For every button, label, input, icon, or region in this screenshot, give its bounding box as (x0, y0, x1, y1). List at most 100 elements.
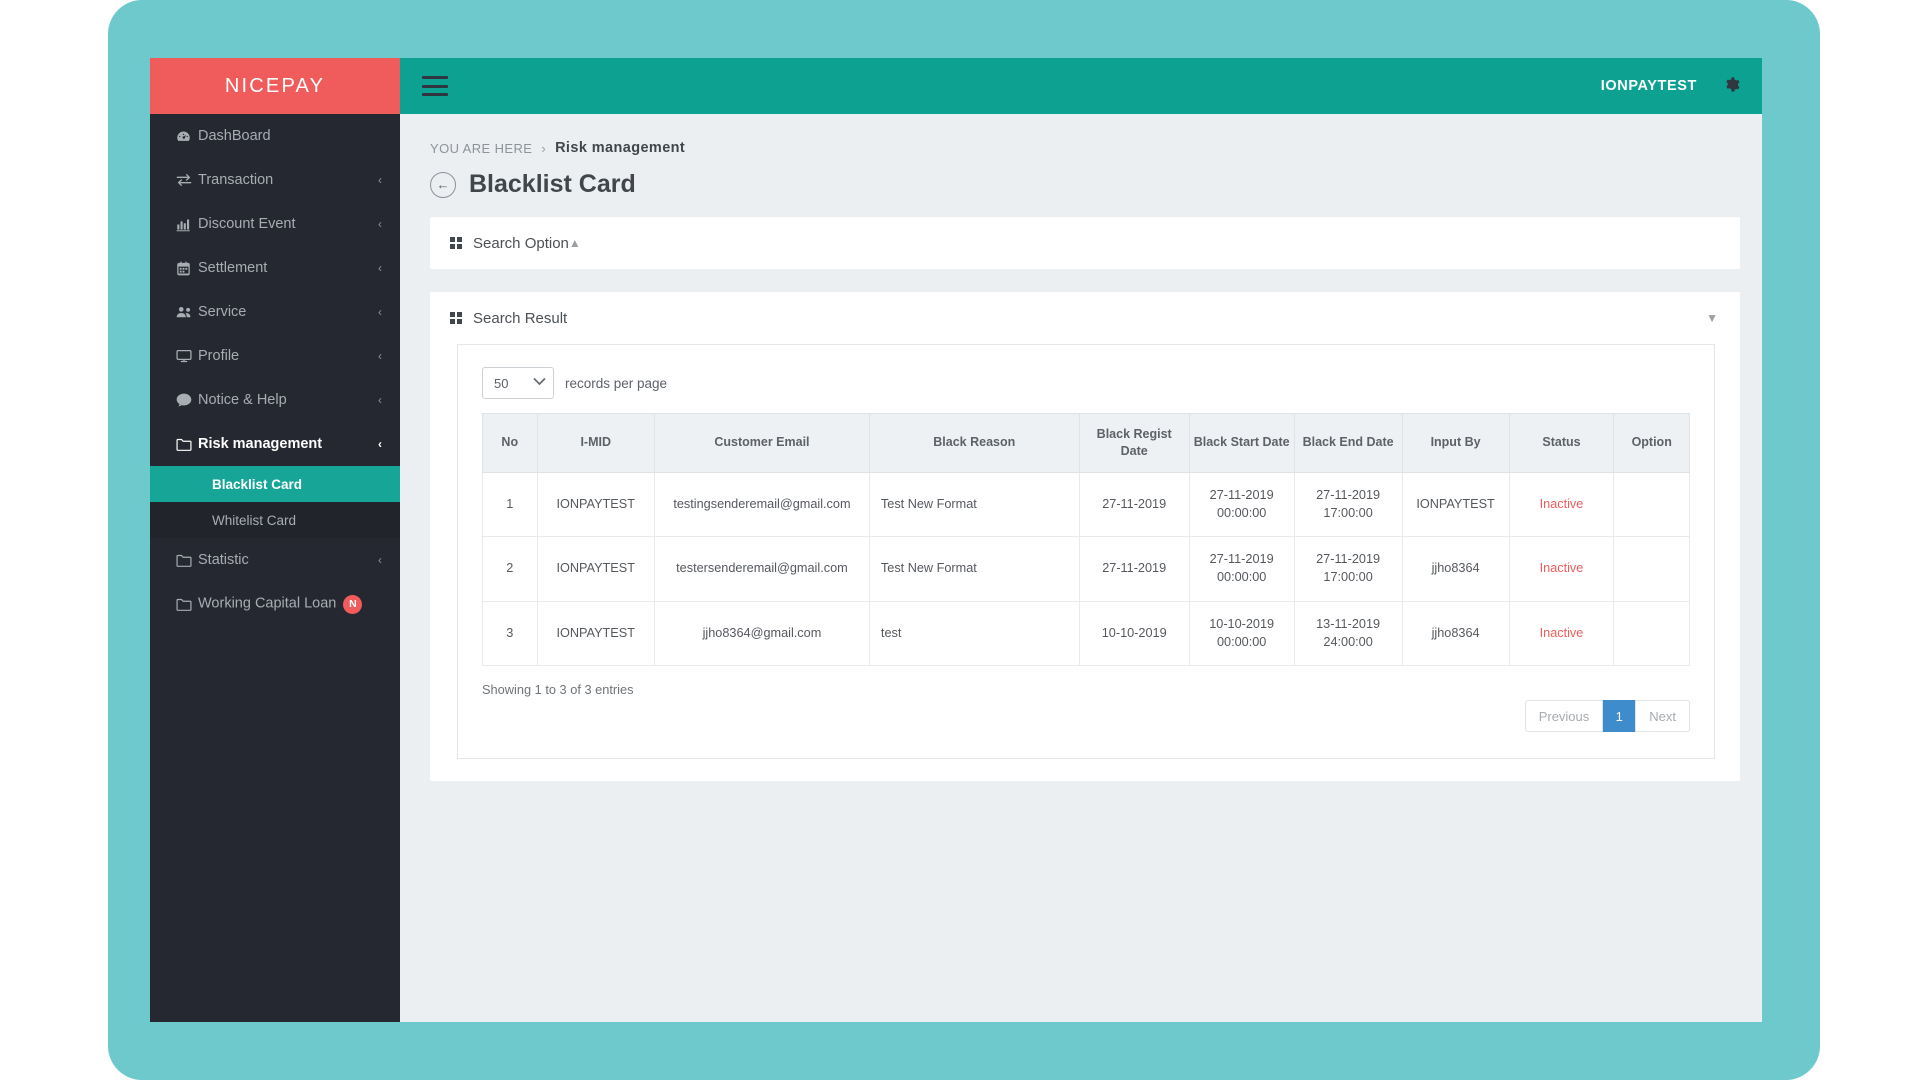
cell-black-reason: Test New Format (868, 536, 1080, 602)
sidebar-nav-bottom: Statistic ‹ Working Capital Loan N (150, 538, 400, 626)
sidebar-item-label: Transaction (198, 172, 274, 188)
cell-status: Inactive (1508, 471, 1615, 538)
sidebar-item-discount-event[interactable]: Discount Event ‹ (150, 202, 400, 246)
gear-icon[interactable] (1723, 76, 1740, 96)
results-card: 50 records per page No I-MID Customer Em… (457, 344, 1715, 760)
chevron-left-icon: ‹ (378, 437, 382, 451)
records-per-page-select[interactable]: 50 (482, 367, 554, 399)
chevron-left-icon: ‹ (378, 217, 382, 231)
sidebar-item-label: Settlement (198, 260, 268, 276)
cell-black-start-date: 27-11-2019 00:00:00 (1188, 471, 1295, 538)
table-header-row: No I-MID Customer Email Black Reason Black R… (482, 413, 1690, 473)
brand-logo[interactable]: NICEPAY (150, 58, 400, 114)
cell-black-end-date: 13-11-2019 24:00:00 (1293, 600, 1403, 667)
search-option-panel: Search Option ▲ (430, 217, 1740, 269)
cell-black-end-date-time: 17:00:00 (1323, 505, 1373, 520)
breadcrumb-prefix: YOU ARE HERE (430, 140, 533, 156)
cell-imid: IONPAYTEST (536, 600, 655, 667)
cell-black-start-date-time: 00:00:00 (1216, 505, 1267, 520)
cell-customer-email: testersenderemail@gmail.com (653, 536, 870, 602)
sidebar-item-transaction[interactable]: Transaction ‹ (150, 158, 400, 202)
monitor-icon (176, 349, 198, 363)
table-row: 1 IONPAYTEST testingsenderemail@gmail.com T… (482, 471, 1690, 538)
search-option-title: Search Option (473, 234, 569, 252)
sidebar-item-label: DashBoard (198, 128, 271, 144)
sidebar-subitem-whitelist-card[interactable]: Whitelist Card (150, 502, 400, 538)
page-title: Blacklist Card (469, 170, 636, 198)
cell-black-start-date: 10-10-2019 00:00:00 (1188, 600, 1295, 667)
cell-black-regist-date: 27-11-2019 (1078, 536, 1190, 602)
sidebar-subitem-blacklist-card[interactable]: Blacklist Card (150, 466, 400, 502)
exchange-icon (176, 173, 198, 187)
table-header-black-end-date: Black End Date (1293, 413, 1403, 473)
sidebar-subitem-label: Whitelist Card (212, 512, 297, 528)
cell-black-start-date-date: 27-11-2019 (1209, 487, 1274, 502)
sidebar-item-statistic[interactable]: Statistic ‹ (150, 538, 400, 582)
cell-black-start-date: 27-11-2019 00:00:00 (1188, 536, 1295, 602)
folder-icon (176, 438, 198, 451)
pagination-previous[interactable]: Previous (1524, 700, 1604, 733)
sidebar-subitem-label: Blacklist Card (212, 476, 303, 492)
cell-input-by: jjho8364 (1401, 536, 1510, 602)
pagination-next[interactable]: Next (1635, 700, 1690, 733)
sidebar-item-service[interactable]: Service ‹ (150, 290, 400, 334)
cell-input-by: IONPAYTEST (1401, 471, 1510, 538)
sidebar-item-label: Service (198, 304, 247, 320)
cell-black-start-date-date: 27-11-2019 (1209, 552, 1274, 567)
device-frame: NICEPAY DashBoard Transaction ‹ Discount Ev… (108, 0, 1820, 1080)
cell-black-regist-date: 10-10-2019 (1078, 600, 1190, 667)
cell-customer-email: jjho8364@gmail.com (653, 600, 870, 667)
chevron-left-icon: ‹ (378, 393, 382, 407)
chevron-left-icon: ‹ (378, 305, 382, 319)
dashboard-icon (176, 129, 198, 144)
top-bar: IONPAYTEST (400, 58, 1762, 114)
search-result-header: Search Result ▼ (430, 292, 1740, 344)
search-result-panel: Search Result ▼ 50 records per page No I… (430, 292, 1740, 782)
sidebar-item-label: Notice & Help (198, 392, 287, 408)
table-header-black-reason: Black Reason (868, 413, 1080, 473)
sidebar-item-working-capital-loan[interactable]: Working Capital Loan N (150, 582, 400, 626)
page-length-row: 50 records per page (482, 367, 1690, 399)
brand-name: NICEPAY (224, 74, 326, 97)
breadcrumb-current[interactable]: Risk management (555, 140, 685, 156)
cell-black-reason: test (868, 600, 1080, 667)
cell-black-end-date-date: 27-11-2019 (1316, 552, 1381, 567)
sidebar-item-settlement[interactable]: Settlement ‹ (150, 246, 400, 290)
table-header-input-by: Input By (1401, 413, 1510, 473)
chevron-left-icon: ‹ (378, 553, 382, 567)
sidebar-item-label: Profile (198, 348, 240, 364)
bar-chart-icon (176, 217, 198, 232)
chevron-left-icon: ‹ (378, 261, 382, 275)
cell-black-start-date-time: 00:00:00 (1216, 634, 1267, 649)
cell-black-end-date-date: 27-11-2019 (1316, 487, 1381, 502)
chevron-left-icon: ‹ (378, 349, 382, 363)
grid-icon (450, 312, 462, 324)
main-column: IONPAYTEST YOU ARE HERE › Risk managemen… (400, 58, 1762, 1022)
cell-no: 2 (482, 536, 538, 602)
cell-option (1613, 600, 1690, 667)
table-header-customer-email: Customer Email (653, 413, 870, 473)
cell-status: Inactive (1508, 600, 1615, 667)
sidebar-item-label: Statistic (198, 552, 249, 568)
table-header-black-start-date: Black Start Date (1188, 413, 1295, 473)
chevron-up-icon[interactable]: ▲ (569, 237, 581, 249)
blacklist-table: No I-MID Customer Email Black Reason Black R… (482, 413, 1690, 667)
sidebar-item-label: Working Capital Loan N (198, 594, 382, 614)
app-screen: NICEPAY DashBoard Transaction ‹ Discount Ev… (150, 58, 1762, 1022)
grid-icon (450, 237, 462, 249)
hamburger-icon[interactable] (422, 76, 448, 96)
sidebar-item-risk-management[interactable]: Risk management ‹ (150, 422, 400, 466)
page-title-row: ← Blacklist Card (400, 156, 1762, 199)
table-head: No I-MID Customer Email Black Reason Black R… (482, 413, 1690, 473)
table-body: 1 IONPAYTEST testingsenderemail@gmail.com T… (482, 471, 1690, 667)
sidebar-item-notice-help[interactable]: Notice & Help ‹ (150, 378, 400, 422)
pagination-page-1[interactable]: 1 (1603, 700, 1636, 733)
table-header-i-mid: I-MID (536, 413, 655, 473)
sidebar-item-dashboard[interactable]: DashBoard (150, 114, 400, 158)
cell-option (1613, 471, 1690, 538)
cell-no: 3 (482, 600, 538, 667)
cell-imid: IONPAYTEST (536, 536, 655, 602)
back-arrow-icon[interactable]: ← (430, 171, 456, 198)
sidebar-item-profile[interactable]: Profile ‹ (150, 334, 400, 378)
chevron-down-icon[interactable]: ▼ (1706, 312, 1718, 324)
